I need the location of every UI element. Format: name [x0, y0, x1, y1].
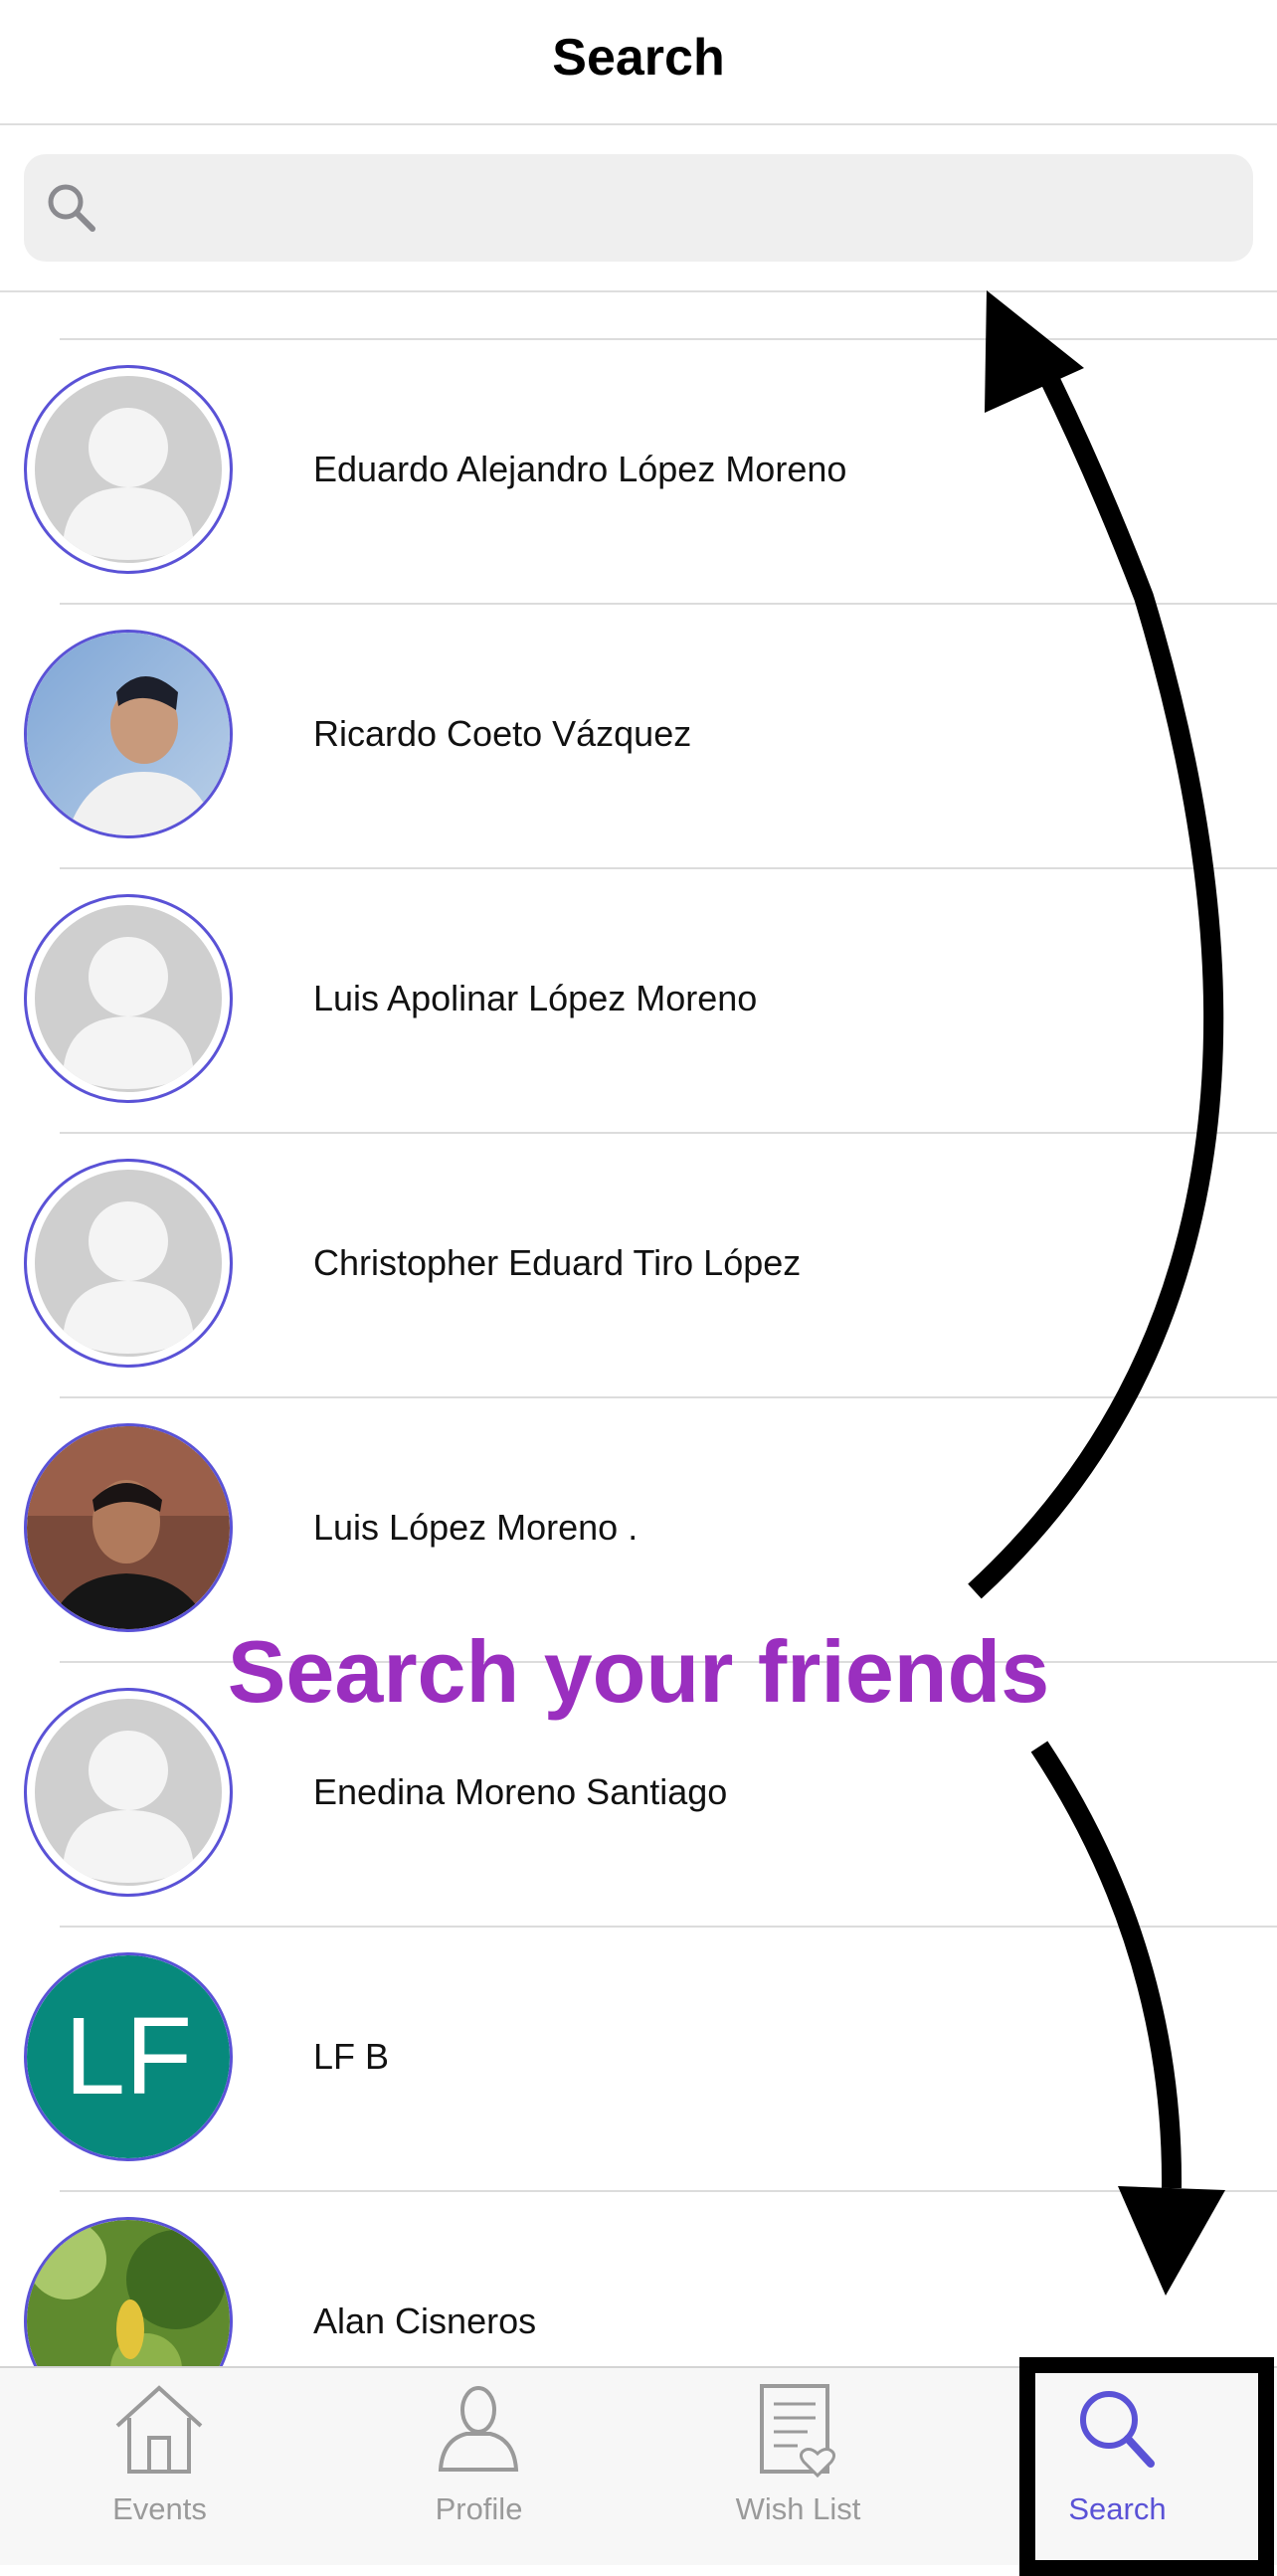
avatar: [24, 630, 233, 838]
search-field[interactable]: [24, 154, 1253, 264]
avatar: [24, 894, 233, 1103]
friend-name: Enedina Moreno Santiago: [313, 1771, 728, 1812]
friend-name: Eduardo Alejandro López Moreno: [313, 449, 847, 489]
tutorial-callout: Search your friends: [227, 1622, 1050, 1721]
friend-name: Ricardo Coeto Vázquez: [313, 713, 692, 754]
default-avatar-icon: [35, 1699, 222, 1886]
avatar: [24, 1159, 233, 1368]
list-item[interactable]: Christopher Eduard Tiro López: [0, 1134, 1277, 1396]
avatar: [24, 1423, 233, 1632]
avatar: LF: [24, 1952, 233, 2161]
friend-name: LF B: [313, 2036, 390, 2077]
tab-profile[interactable]: Profile: [319, 2368, 638, 2565]
avatar: [24, 365, 233, 574]
list-item[interactable]: LF LF B: [0, 1928, 1277, 2190]
tab-label: Wish List: [735, 2491, 861, 2526]
friend-name: Christopher Eduard Tiro López: [313, 1242, 802, 1283]
friend-name: Alan Cisneros: [313, 2300, 537, 2341]
tab-label: Events: [112, 2491, 207, 2526]
list-item[interactable]: Ricardo Coeto Vázquez: [0, 605, 1277, 867]
list-item[interactable]: Luis Apolinar López Moreno: [0, 869, 1277, 1132]
search-input[interactable]: [113, 154, 1231, 264]
search-bar-container: [0, 125, 1277, 292]
tab-label: Search: [1068, 2491, 1167, 2526]
search-icon: [48, 184, 95, 232]
default-avatar-icon: [35, 376, 222, 563]
avatar-initials: LF: [27, 1955, 230, 2158]
navigation-bar: Search: [0, 0, 1277, 125]
house-icon: [115, 2385, 203, 2474]
list-item[interactable]: Eduardo Alejandro López Moreno: [0, 340, 1277, 603]
tab-bar: Events Profile Wish List Search: [0, 2366, 1277, 2565]
friend-name: Luis Apolinar López Moreno: [313, 978, 758, 1018]
tab-events[interactable]: Events: [0, 2368, 319, 2565]
person-icon: [438, 2386, 519, 2472]
tab-wish-list[interactable]: Wish List: [638, 2368, 958, 2565]
default-avatar-icon: [35, 1170, 222, 1357]
friend-name: Luis López Moreno .: [313, 1507, 638, 1548]
default-avatar-icon: [35, 905, 222, 1092]
profile-photo: [27, 1426, 230, 1629]
tab-label: Profile: [435, 2491, 523, 2526]
wishlist-icon: [760, 2384, 836, 2479]
search-icon: [1080, 2391, 1155, 2468]
profile-photo: [27, 633, 230, 835]
tab-search[interactable]: Search: [958, 2368, 1277, 2565]
page-title: Search: [552, 29, 725, 87]
